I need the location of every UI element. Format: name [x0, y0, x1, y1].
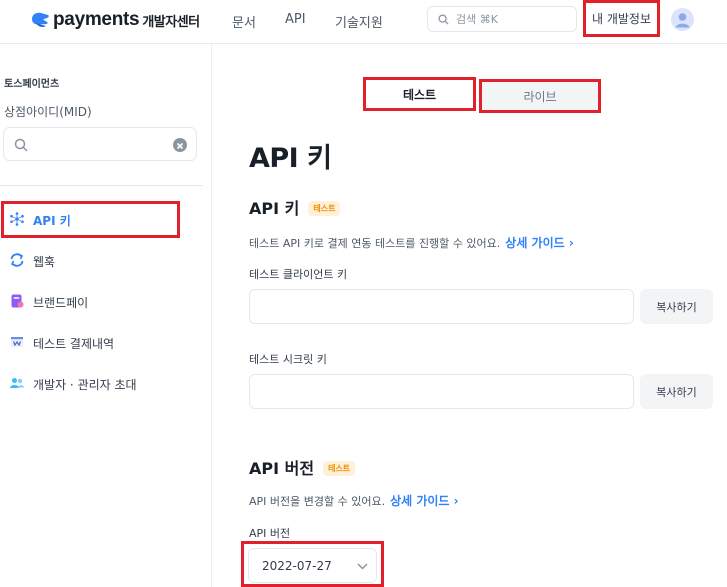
page-title: API 키	[249, 143, 332, 174]
sidebar-divider	[0, 185, 203, 186]
api-version-label: API 버전	[249, 527, 291, 540]
top-bar: payments 개발자센터 문서 API 기술지원 내 개발정보	[0, 0, 727, 44]
api-version-description: API 버전을 변경할 수 있어요. 상세 가이드 ›	[249, 492, 459, 509]
detail-guide-link[interactable]: 상세 가이드 ›	[390, 494, 459, 508]
sidebar-item-label: API 키	[33, 214, 71, 228]
search-icon	[438, 14, 449, 25]
selected-version: 2022-07-27	[262, 559, 332, 573]
api-key-description: 테스트 API 키로 결제 연동 테스트를 진행할 수 있어요. 상세 가이드 ›	[249, 234, 574, 251]
select-box[interactable]: 2022-07-27	[248, 548, 377, 583]
refresh-arrows-icon	[10, 253, 24, 267]
sidebar-item-invite[interactable]: 개발자 · 관리자 초대	[0, 365, 200, 401]
toss-logo-icon	[32, 12, 49, 27]
sidebar-item-label: 개발자 · 관리자 초대	[33, 378, 137, 392]
sidebar-item-label: 테스트 결제내역	[33, 337, 115, 351]
main-content: 테스트 라이브 API 키 API 키 테스트 테스트 API 키로 결제 연동 …	[213, 44, 727, 587]
client-key-field[interactable]	[249, 289, 634, 324]
user-icon	[675, 13, 690, 28]
mid-label: 상점아이디(MID)	[4, 105, 92, 119]
client-key-label: 테스트 클라이언트 키	[249, 268, 348, 281]
sidebar-item-label: 브랜드페이	[33, 296, 89, 310]
section-title-text: API 버전	[249, 459, 315, 478]
close-icon	[176, 142, 184, 150]
sidebar: 토스페이먼츠 상점아이디(MID) API 키 웹훅 브랜드페이 테스트 결제내…	[0, 44, 212, 587]
shop-name: 토스페이먼츠	[4, 79, 60, 90]
sidebar-item-label: 웹훅	[33, 255, 56, 269]
receipt-icon	[11, 337, 23, 347]
brandpay-icon	[11, 294, 24, 308]
test-badge: 테스트	[323, 461, 356, 476]
secret-key-label: 테스트 시크릿 키	[249, 353, 327, 366]
my-dev-info-button[interactable]: 내 개발정보	[583, 0, 660, 37]
detail-guide-link[interactable]: 상세 가이드 ›	[505, 236, 574, 250]
description-text: API 버전을 변경할 수 있어요.	[249, 495, 386, 508]
section-title-text: API 키	[249, 199, 300, 218]
api-version-section-title: API 버전 테스트	[249, 455, 356, 479]
nav-api[interactable]: API	[285, 12, 306, 27]
nav-docs[interactable]: 문서	[232, 12, 256, 31]
sidebar-item-webhook[interactable]: 웹훅	[0, 242, 200, 278]
search-box[interactable]	[427, 6, 577, 32]
logo-sub: 개발자센터	[142, 14, 200, 30]
people-icon	[10, 378, 24, 388]
sidebar-item-api-key[interactable]: API 키	[0, 201, 200, 237]
avatar[interactable]	[671, 8, 694, 31]
test-badge: 테스트	[308, 201, 341, 216]
api-version-select[interactable]: 2022-07-27	[241, 541, 384, 587]
mid-search-field[interactable]	[3, 127, 197, 161]
key-spark-icon	[10, 212, 24, 226]
logo-word: payments	[53, 9, 140, 30]
copy-client-key-button[interactable]: 복사하기	[640, 289, 713, 324]
mid-input[interactable]	[34, 136, 169, 154]
chevron-down-icon	[357, 563, 368, 570]
search-input[interactable]	[456, 11, 571, 28]
search-icon	[14, 138, 28, 152]
copy-secret-key-button[interactable]: 복사하기	[640, 374, 713, 409]
tab-test[interactable]: 테스트	[363, 77, 476, 111]
api-key-section-title: API 키 테스트	[249, 195, 341, 219]
secret-key-field[interactable]	[249, 374, 634, 409]
tab-live[interactable]: 라이브	[479, 79, 601, 113]
sidebar-item-brandpay[interactable]: 브랜드페이	[0, 283, 200, 319]
description-text: 테스트 API 키로 결제 연동 테스트를 진행할 수 있어요.	[249, 237, 501, 250]
clear-button[interactable]	[173, 138, 187, 152]
sidebar-item-test-payments[interactable]: 테스트 결제내역	[0, 324, 200, 360]
nav-support[interactable]: 기술지원	[335, 12, 383, 31]
logo[interactable]: payments 개발자센터	[30, 9, 200, 31]
